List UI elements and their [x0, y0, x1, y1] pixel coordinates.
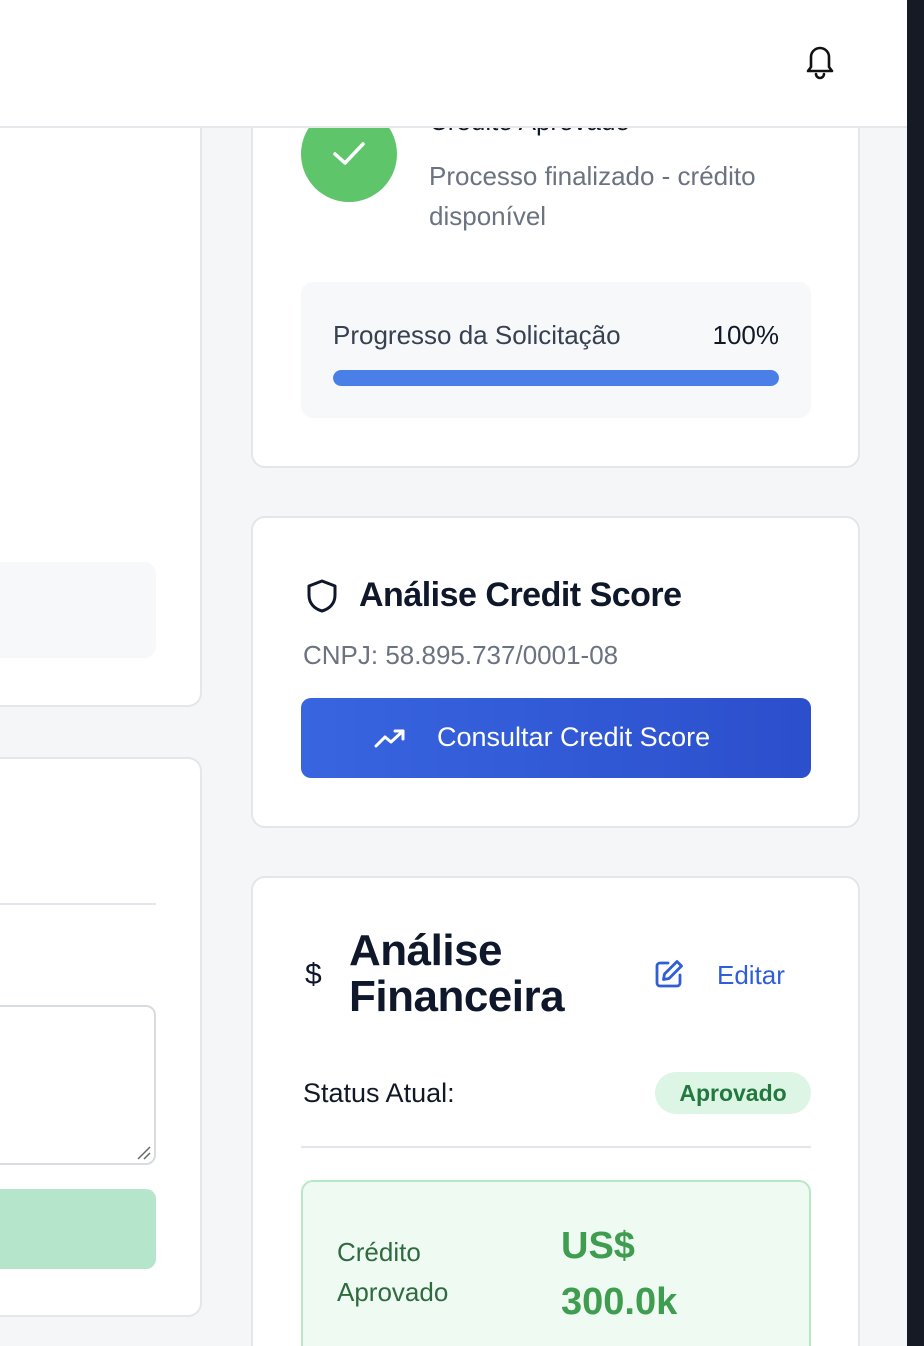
credit-score-title: Análise Credit Score [359, 576, 682, 614]
financial-analysis-title: Análise Financeira [349, 926, 565, 1021]
form-divider [0, 903, 156, 905]
consult-credit-score-label: Consultar Credit Score [437, 722, 711, 752]
left-card-form [0, 757, 202, 1317]
dollar-icon: $ [305, 958, 322, 991]
financial-analysis-card: $ Análise Financeira Editar Status Atual… [251, 876, 860, 1346]
status-description: Processo finalizado - crédito disponível [429, 161, 756, 231]
top-bar [0, 0, 907, 128]
edit-button[interactable]: Editar [653, 956, 803, 996]
credit-score-card: Análise Credit Score CNPJ: 58.895.737/00… [251, 516, 860, 828]
left-card-top [0, 80, 202, 707]
progress-section: Progresso da Solicitação 100% [301, 282, 811, 418]
financial-divider [301, 1146, 811, 1148]
approved-credit-label: Crédito Aprovado [337, 1237, 449, 1307]
bell-icon[interactable] [801, 40, 839, 80]
status-label: Status Atual: [303, 1078, 455, 1108]
window-edge [907, 0, 924, 1346]
progress-label: Progresso da Solicitação [333, 320, 621, 350]
progress-bar-fill [333, 370, 779, 386]
approved-credit-value: US$ 300.0k [561, 1225, 678, 1323]
edit-icon [655, 960, 683, 988]
consult-credit-score-button[interactable]: Consultar Credit Score [301, 698, 811, 778]
status-badge: Aprovado [655, 1072, 811, 1114]
trending-up-icon [374, 729, 405, 748]
approved-credit-box: Crédito Aprovado US$ 300.0k [301, 1180, 811, 1346]
resize-grip-icon[interactable] [135, 1144, 151, 1160]
left-card-info-box [0, 562, 156, 658]
cnpj-text: CNPJ: 58.895.737/0001-08 [303, 640, 619, 670]
shield-icon [307, 579, 337, 613]
edit-label: Editar [717, 960, 785, 990]
observations-textarea[interactable] [0, 1005, 156, 1165]
progress-value: 100% [712, 320, 780, 350]
progress-bar [333, 370, 779, 386]
submit-button[interactable] [0, 1189, 156, 1269]
